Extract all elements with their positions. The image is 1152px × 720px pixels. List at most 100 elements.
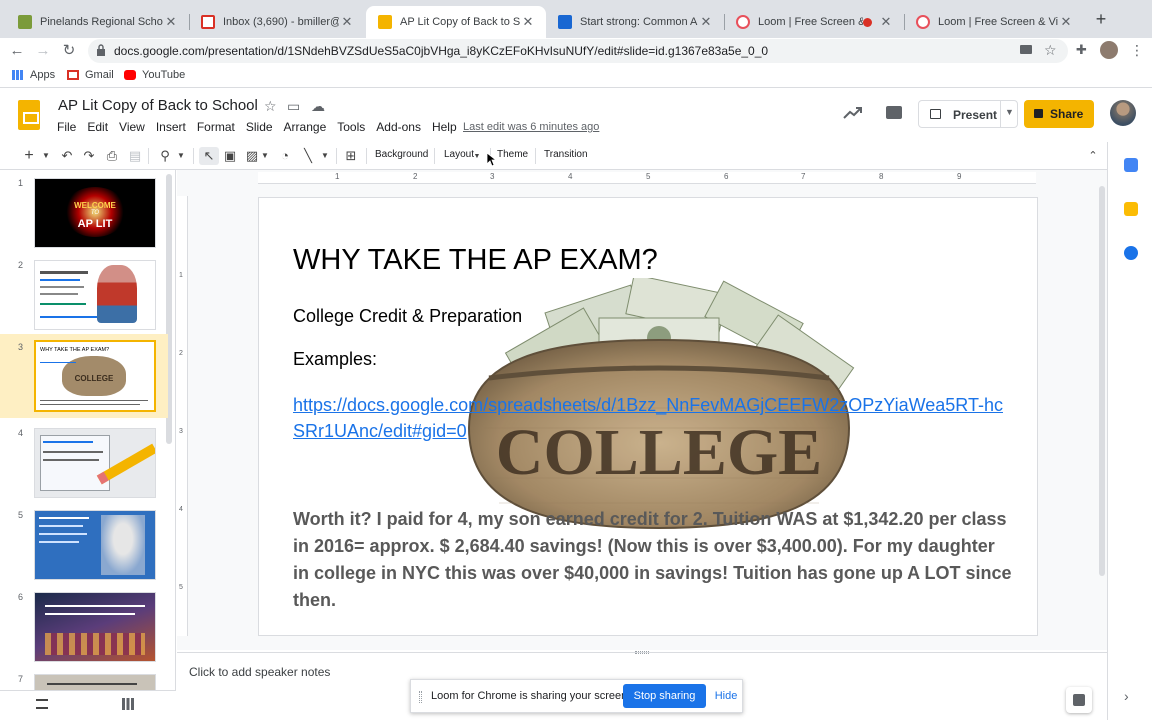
hide-button[interactable]: Hide: [711, 684, 741, 708]
slide-body-text[interactable]: Worth it? I paid for 4, my son earned cr…: [293, 506, 1013, 614]
present-button[interactable]: Present ▼: [918, 100, 1018, 128]
last-edit-link[interactable]: Last edit was 6 minutes ago: [463, 121, 599, 133]
background-button[interactable]: Background: [375, 149, 428, 160]
speaker-notes-placeholder[interactable]: Click to add speaker notes: [189, 665, 330, 679]
tab-title: AP Lit Copy of Back to Scho: [400, 16, 520, 28]
slide-thumbnail-1[interactable]: 1 WELCOME TO AP LIT: [0, 170, 168, 250]
browser-tab-gmail[interactable]: Inbox (3,690) - bmiller@prs ✕: [189, 6, 365, 38]
present-label: Present: [953, 108, 998, 122]
slide-title[interactable]: WHY TAKE THE AP EXAM?: [293, 244, 658, 277]
stop-sharing-button[interactable]: Stop sharing: [623, 684, 706, 708]
browser-tab-slides-active[interactable]: AP Lit Copy of Back to Scho ✕: [366, 6, 546, 38]
transition-button[interactable]: Transition: [544, 149, 588, 160]
reload-icon[interactable]: ↻: [58, 40, 80, 62]
menu-edit[interactable]: Edit: [87, 120, 108, 134]
present-dropdown-icon[interactable]: ▼: [1005, 107, 1014, 117]
camera-icon[interactable]: [1020, 45, 1032, 54]
line-icon[interactable]: ╲: [300, 147, 316, 165]
theme-button[interactable]: Theme: [497, 149, 528, 160]
account-avatar[interactable]: [1110, 100, 1136, 126]
menu-file[interactable]: File: [57, 120, 76, 134]
browser-tab-common-app[interactable]: Start strong: Common App t ✕: [546, 6, 724, 38]
thumb-college-text: COLLEGE: [74, 374, 114, 383]
slide-thumbnail-4[interactable]: 4: [0, 420, 168, 500]
zoom-dropdown-icon[interactable]: ▼: [176, 147, 186, 165]
insert-image-icon[interactable]: ▨: [244, 147, 260, 165]
menu-format[interactable]: Format: [197, 120, 235, 134]
menu-addons[interactable]: Add-ons: [376, 120, 421, 134]
thumb-line: [43, 459, 99, 461]
close-tab-icon[interactable]: ✕: [163, 14, 179, 30]
star-icon[interactable]: ☆: [264, 98, 277, 115]
activity-trend-icon[interactable]: [843, 106, 863, 120]
list-view-icon[interactable]: [36, 699, 48, 709]
menu-view[interactable]: View: [119, 120, 145, 134]
line-dropdown-icon[interactable]: ▼: [320, 147, 330, 165]
menu-insert[interactable]: Insert: [156, 120, 186, 134]
close-tab-icon[interactable]: ✕: [878, 14, 894, 30]
select-cursor-icon[interactable]: ↖: [199, 147, 219, 165]
slide-thumbnail-6[interactable]: 6: [0, 584, 168, 664]
browser-tab-loom-2[interactable]: Loom | Free Screen & Video ✕: [904, 6, 1084, 38]
close-tab-icon[interactable]: ✕: [339, 14, 355, 30]
image-dropdown-icon[interactable]: ▼: [260, 147, 270, 165]
zoom-icon[interactable]: ⚲: [157, 147, 173, 165]
calendar-icon[interactable]: [1124, 158, 1138, 172]
share-button[interactable]: Share: [1024, 100, 1094, 128]
bookmark-apps[interactable]: Apps: [12, 69, 55, 81]
slide-examples-label[interactable]: Examples:: [293, 349, 377, 370]
slide-thumbnail-2[interactable]: 2: [0, 252, 168, 332]
new-slide-icon[interactable]: +: [22, 147, 36, 165]
slide-spreadsheet-link[interactable]: https://docs.google.com/spreadsheets/d/1…: [293, 392, 1013, 444]
chrome-menu-icon[interactable]: ⋮: [1130, 42, 1144, 59]
slide-subtitle[interactable]: College Credit & Preparation: [293, 306, 522, 327]
layout-button[interactable]: Layout: [444, 149, 474, 160]
loom-sharing-bar: Loom for Chrome is sharing your screen. …: [410, 679, 743, 713]
google-slides-logo-icon[interactable]: [18, 100, 40, 130]
notes-resize-handle[interactable]: [635, 651, 649, 654]
expand-panel-icon[interactable]: ›: [1124, 688, 1129, 704]
add-comment-icon[interactable]: ⊞: [343, 147, 359, 165]
bookmark-star-icon[interactable]: ☆: [1044, 42, 1057, 59]
current-slide[interactable]: COLLEGE WHY TAKE THE AP EXAM? College Cr…: [259, 198, 1037, 635]
slide-thumbnail-5[interactable]: 5: [0, 502, 168, 582]
slide-thumbnail-3[interactable]: 3 WHY TAKE THE AP EXAM? COLLEGE: [0, 334, 168, 418]
pinelands-favicon-icon: [18, 15, 32, 29]
keep-icon[interactable]: [1124, 202, 1138, 216]
redo-icon[interactable]: ↷: [81, 147, 97, 165]
bookmark-youtube[interactable]: YouTube: [124, 69, 185, 81]
menu-slide[interactable]: Slide: [246, 120, 273, 134]
close-tab-icon[interactable]: ✕: [520, 14, 536, 30]
print-icon[interactable]: ⎙: [104, 147, 120, 165]
explore-button[interactable]: [1066, 687, 1092, 713]
move-folder-icon[interactable]: ▭: [287, 98, 300, 115]
menu-arrange[interactable]: Arrange: [284, 120, 327, 134]
profile-avatar[interactable]: [1100, 41, 1118, 59]
new-tab-button[interactable]: +: [1092, 9, 1110, 29]
thumb-welcome-text: WELCOME: [74, 201, 116, 210]
bookmark-gmail[interactable]: Gmail: [67, 69, 114, 81]
document-title[interactable]: AP Lit Copy of Back to School: [58, 97, 258, 114]
menu-help[interactable]: Help: [432, 120, 457, 134]
menu-tools[interactable]: Tools: [337, 120, 365, 134]
text-box-icon[interactable]: ▣: [222, 147, 238, 165]
browser-tab-pinelands[interactable]: Pinelands Regional School D ✕: [6, 6, 189, 38]
back-arrow-icon[interactable]: ←: [6, 40, 28, 62]
undo-icon[interactable]: ↶: [59, 147, 75, 165]
paint-format-icon[interactable]: ▤: [127, 147, 143, 165]
collapse-toolbar-icon[interactable]: ⌃: [1085, 147, 1101, 165]
grid-view-icon[interactable]: [122, 698, 134, 710]
shape-icon[interactable]: ◔: [277, 147, 293, 165]
new-slide-dropdown-icon[interactable]: ▼: [40, 147, 52, 165]
forward-arrow-icon[interactable]: →: [32, 40, 54, 62]
browser-tab-loom-1[interactable]: Loom | Free Screen & Vi ✕: [724, 6, 904, 38]
close-tab-icon[interactable]: ✕: [1058, 14, 1074, 30]
comments-icon[interactable]: [886, 106, 902, 119]
extensions-puzzle-icon[interactable]: ✚: [1076, 42, 1087, 58]
tasks-icon[interactable]: [1124, 246, 1138, 260]
address-bar[interactable]: docs.google.com/presentation/d/1SNdehBVZ…: [88, 39, 1068, 63]
layout-dropdown-icon[interactable]: ▼: [473, 148, 481, 166]
close-tab-icon[interactable]: ✕: [698, 14, 714, 30]
canvas-scrollbar[interactable]: [1099, 186, 1105, 576]
drag-handle-icon[interactable]: [419, 691, 422, 703]
